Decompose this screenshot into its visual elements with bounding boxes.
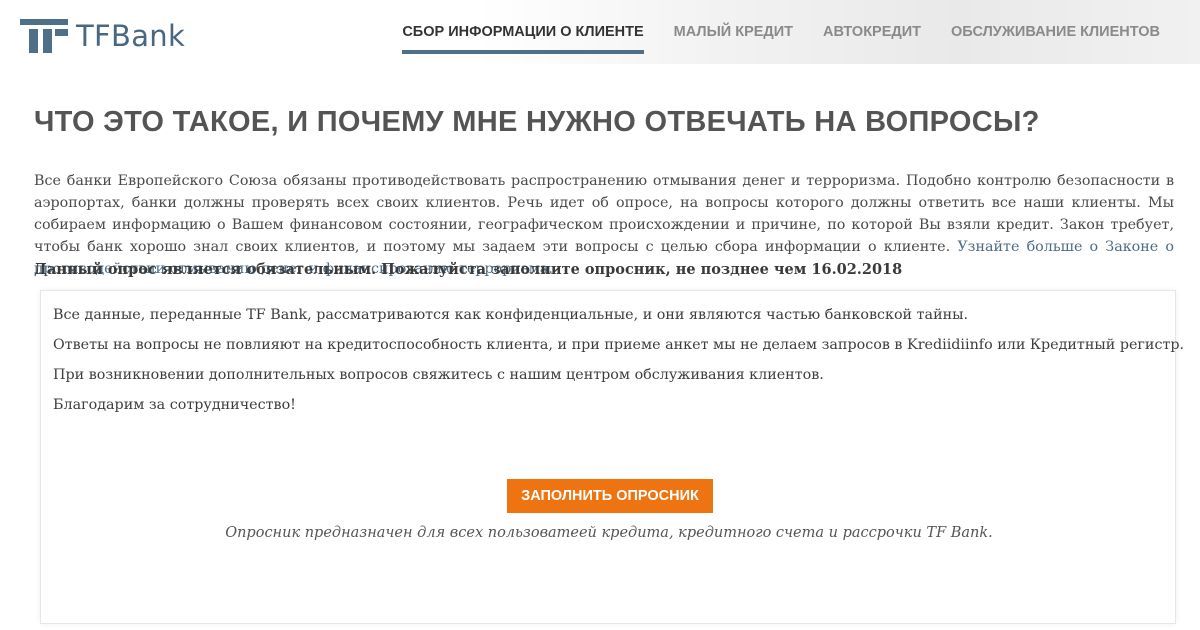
mandatory-notice: Данный опрос является обязательным. Пожа… — [34, 261, 903, 278]
fill-survey-button[interactable]: Заполнить опросник — [507, 479, 713, 513]
page-title: Что это такое, и почему мне нужно отвеча… — [34, 106, 1040, 138]
nav-item-car-loan[interactable]: Автокредит — [823, 24, 921, 50]
survey-caption: Опросник предназначен для всех пользоват… — [225, 525, 993, 541]
site-header: TFBank Сбор информации о клиенте Малый к… — [0, 0, 1200, 64]
panel-paragraph-confidential: Все данные, переданные TF Bank, рассматр… — [53, 307, 969, 323]
panel-paragraph-thanks: Благодарим за сотрудничество! — [53, 397, 296, 413]
logo-text: TFBank — [76, 19, 186, 53]
nav-item-customer-service[interactable]: Обслуживание клиентов — [951, 24, 1160, 50]
panel-paragraph-contact: При возникновении дополнительных вопросо… — [53, 367, 824, 383]
survey-info-panel: Все данные, переданные TF Bank, рассматр… — [40, 290, 1184, 624]
panel-paragraph-credit: Ответы на вопросы не повлияют на кредито… — [53, 337, 1185, 353]
main-nav: Сбор информации о клиенте Малый кредит А… — [402, 24, 1160, 54]
logo[interactable]: TFBank — [20, 16, 185, 56]
nav-item-small-loan[interactable]: Малый кредит — [674, 24, 793, 50]
nav-item-client-info[interactable]: Сбор информации о клиенте — [402, 24, 645, 54]
tfbank-logo-icon — [20, 19, 68, 53]
